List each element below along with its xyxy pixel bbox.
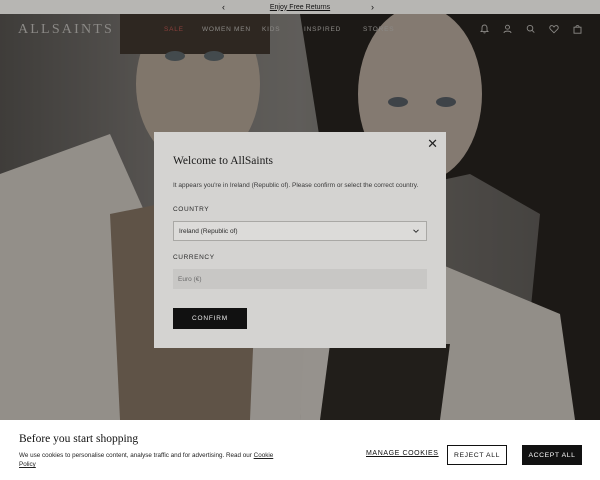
chevron-down-icon [413,229,419,233]
bag-icon[interactable] [573,24,582,34]
chevron-left-icon[interactable]: ‹ [222,1,225,13]
reject-all-button[interactable]: REJECT ALL [447,445,507,465]
nav-icons [480,24,582,34]
confirm-button[interactable]: CONFIRM [173,308,247,329]
modal-description: It appears you're in Ireland (Republic o… [173,182,419,189]
nav-link-inspired[interactable]: INSPIRED [304,26,341,33]
currency-label: CURRENCY [173,254,215,261]
cookie-banner: Before you start shopping We use cookies… [0,420,600,480]
nav-link-men[interactable]: MEN [234,26,251,33]
currency-field: Euro (€) [173,269,427,289]
country-label: COUNTRY [173,206,210,213]
nav-link-kids[interactable]: KIDS [262,26,280,33]
nav-link-sale[interactable]: SALE [164,26,184,33]
accept-all-button[interactable]: ACCEPT ALL [522,445,582,465]
close-icon[interactable]: ✕ [427,137,438,151]
currency-value: Euro (€) [178,275,202,283]
wishlist-icon[interactable] [549,24,559,34]
country-select[interactable]: Ireland (Republic of) [173,221,427,241]
bell-icon[interactable] [480,24,489,34]
country-select-value: Ireland (Republic of) [179,227,238,235]
logo[interactable]: ALLSAINTS [18,22,114,38]
promo-bar: ‹ Enjoy Free Returns › [0,0,600,14]
modal-title: Welcome to AllSaints [173,155,274,167]
nav-link-women[interactable]: WOMEN [202,26,232,33]
cookie-title: Before you start shopping [19,433,139,445]
nav-link-stores[interactable]: STORES [363,26,394,33]
chevron-right-icon[interactable]: › [371,1,374,13]
manage-cookies-button[interactable]: MANAGE COOKIES [366,450,439,457]
country-modal: ✕ Welcome to AllSaints It appears you're… [154,132,446,348]
account-icon[interactable] [503,24,512,34]
cookie-text: We use cookies to personalise content, a… [19,451,279,469]
promo-link[interactable]: Enjoy Free Returns [270,4,330,11]
search-icon[interactable] [526,24,535,34]
main-nav: ALLSAINTS SALE WOMEN MEN KIDS INSPIRED S… [0,14,600,46]
cookie-text-body: We use cookies to personalise content, a… [19,452,252,459]
